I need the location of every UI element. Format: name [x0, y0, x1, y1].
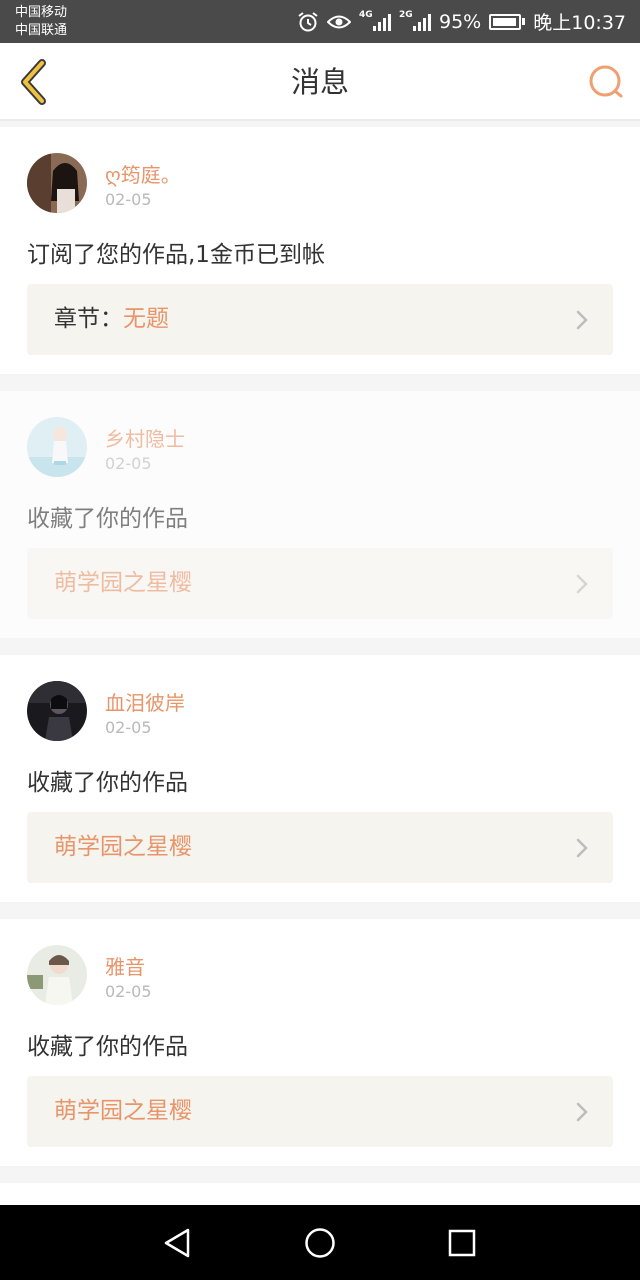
home-circle-icon [305, 1228, 335, 1258]
link-text: 萌学园之星樱 [54, 548, 192, 619]
link-title: 萌学园之星樱 [54, 1098, 192, 1124]
message-card: 雅音 02-05 收藏了你的作品 萌学园之星樱 [0, 919, 640, 1166]
chevron-right-icon [576, 838, 588, 858]
work-link[interactable]: 萌学园之星樱 [27, 1076, 613, 1147]
recents-square-icon [448, 1229, 476, 1257]
message-text: 订阅了您的作品,1金币已到帐 [27, 242, 325, 268]
eye-icon [327, 13, 351, 31]
avatar[interactable] [27, 153, 87, 213]
message-text: 收藏了你的作品 [27, 1034, 188, 1060]
link-title: 无题 [123, 306, 169, 332]
username[interactable]: 雅音 [105, 951, 145, 980]
avatar[interactable] [27, 681, 87, 741]
system-nav-bar [0, 1205, 640, 1280]
link-prefix: 章节： [54, 306, 123, 332]
message-text: 收藏了你的作品 [27, 506, 188, 532]
link-title: 萌学园之星樱 [54, 834, 192, 860]
link-text: 萌学园之星樱 [54, 1076, 192, 1147]
next-card-edge [0, 1183, 640, 1205]
username[interactable]: 乡村隐士 [105, 423, 185, 452]
username[interactable]: ღ筠庭。 [105, 159, 181, 188]
message-date: 02-05 [105, 718, 152, 737]
work-link[interactable]: 萌学园之星樱 [27, 548, 613, 619]
search-button[interactable] [586, 62, 626, 102]
clock: 晚上10:37 [533, 12, 626, 34]
carrier-info: 中国移动 中国联通 [15, 4, 67, 40]
carrier-2: 中国联通 [15, 23, 68, 38]
nav-recents-button[interactable] [442, 1223, 482, 1263]
message-card: ღ筠庭。 02-05 订阅了您的作品,1金币已到帐 章节：无题 [0, 127, 640, 374]
network-4g-label: 4G [359, 9, 373, 20]
message-date: 02-05 [105, 454, 152, 473]
app-header: 消息 [0, 43, 640, 121]
battery-icon [489, 13, 526, 30]
link-title: 萌学园之星樱 [54, 570, 192, 596]
carrier-1: 中国移动 [15, 5, 68, 20]
message-list: ღ筠庭。 02-05 订阅了您的作品,1金币已到帐 章节：无题 乡村隐士 02-… [0, 127, 640, 1183]
username[interactable]: 血泪彼岸 [105, 687, 185, 716]
signal-icon: 2G [399, 9, 431, 31]
message-text: 收藏了你的作品 [27, 770, 188, 796]
nav-back-button[interactable] [158, 1223, 198, 1263]
message-date: 02-05 [105, 190, 152, 209]
link-text: 萌学园之星樱 [54, 812, 192, 883]
search-icon [589, 65, 623, 98]
avatar[interactable] [27, 945, 87, 1005]
avatar[interactable] [27, 417, 87, 477]
signal-icon: 4G [359, 9, 391, 31]
battery-percent: 95% [439, 10, 482, 33]
chevron-right-icon [576, 1102, 588, 1122]
work-link[interactable]: 萌学园之星樱 [27, 812, 613, 883]
message-card: 血泪彼岸 02-05 收藏了你的作品 萌学园之星樱 [0, 655, 640, 902]
message-card: 乡村隐士 02-05 收藏了你的作品 萌学园之星樱 [0, 391, 640, 638]
network-2g-label: 2G [399, 9, 413, 20]
chapter-link[interactable]: 章节：无题 [27, 284, 613, 355]
message-date: 02-05 [105, 982, 152, 1001]
link-text: 章节：无题 [54, 284, 169, 355]
page-title: 消息 [290, 65, 349, 99]
nav-home-button[interactable] [300, 1223, 340, 1263]
status-indicators: 4G 2G 95% 晚上10:37 [297, 0, 626, 43]
back-triangle-icon [164, 1228, 190, 1258]
chevron-right-icon [576, 310, 588, 330]
status-bar: 中国移动 中国联通 4G 2G 95% 晚上10:37 [0, 0, 640, 43]
alarm-icon [297, 11, 319, 33]
chevron-right-icon [576, 574, 588, 594]
